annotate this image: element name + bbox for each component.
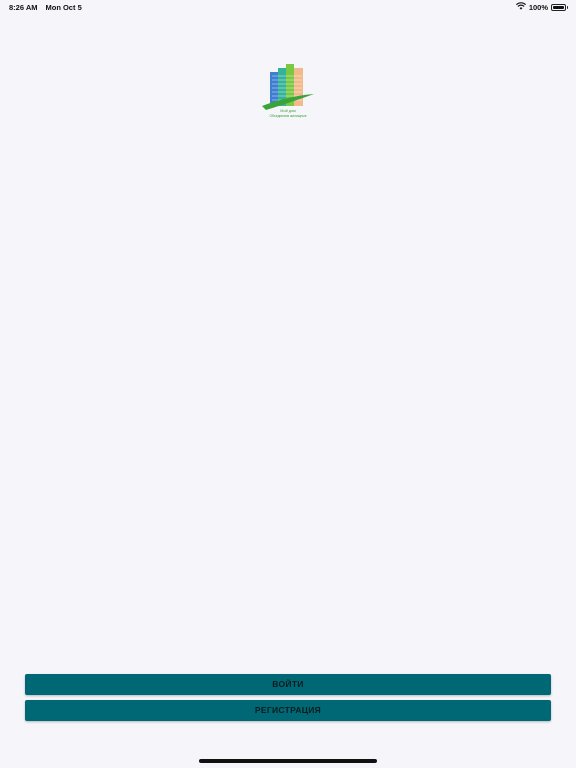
status-date: Mon Oct 5	[45, 3, 82, 12]
register-button[interactable]: РЕГИСТРАЦИЯ	[25, 700, 551, 721]
status-bar: 8:26 AM Mon Oct 5 100%	[0, 0, 576, 14]
logo-graphic: Мой дом Объединяем жилищные	[262, 64, 314, 118]
logo-text-line2: Объединяем жилищные	[269, 114, 306, 118]
home-indicator[interactable]	[199, 759, 377, 763]
logo-building-blue	[270, 72, 278, 106]
wifi-icon	[515, 2, 526, 12]
app-logo: Мой дом Объединяем жилищные	[258, 60, 318, 120]
battery-icon	[551, 3, 568, 11]
status-left: 8:26 AM Mon Oct 5	[9, 3, 82, 12]
login-button[interactable]: ВОЙТИ	[25, 674, 551, 695]
logo-text-line1: Мой дом	[280, 109, 296, 113]
battery-fill	[553, 5, 564, 9]
status-right: 100%	[515, 2, 568, 12]
status-time: 8:26 AM	[9, 3, 38, 12]
battery-percent: 100%	[528, 2, 548, 12]
